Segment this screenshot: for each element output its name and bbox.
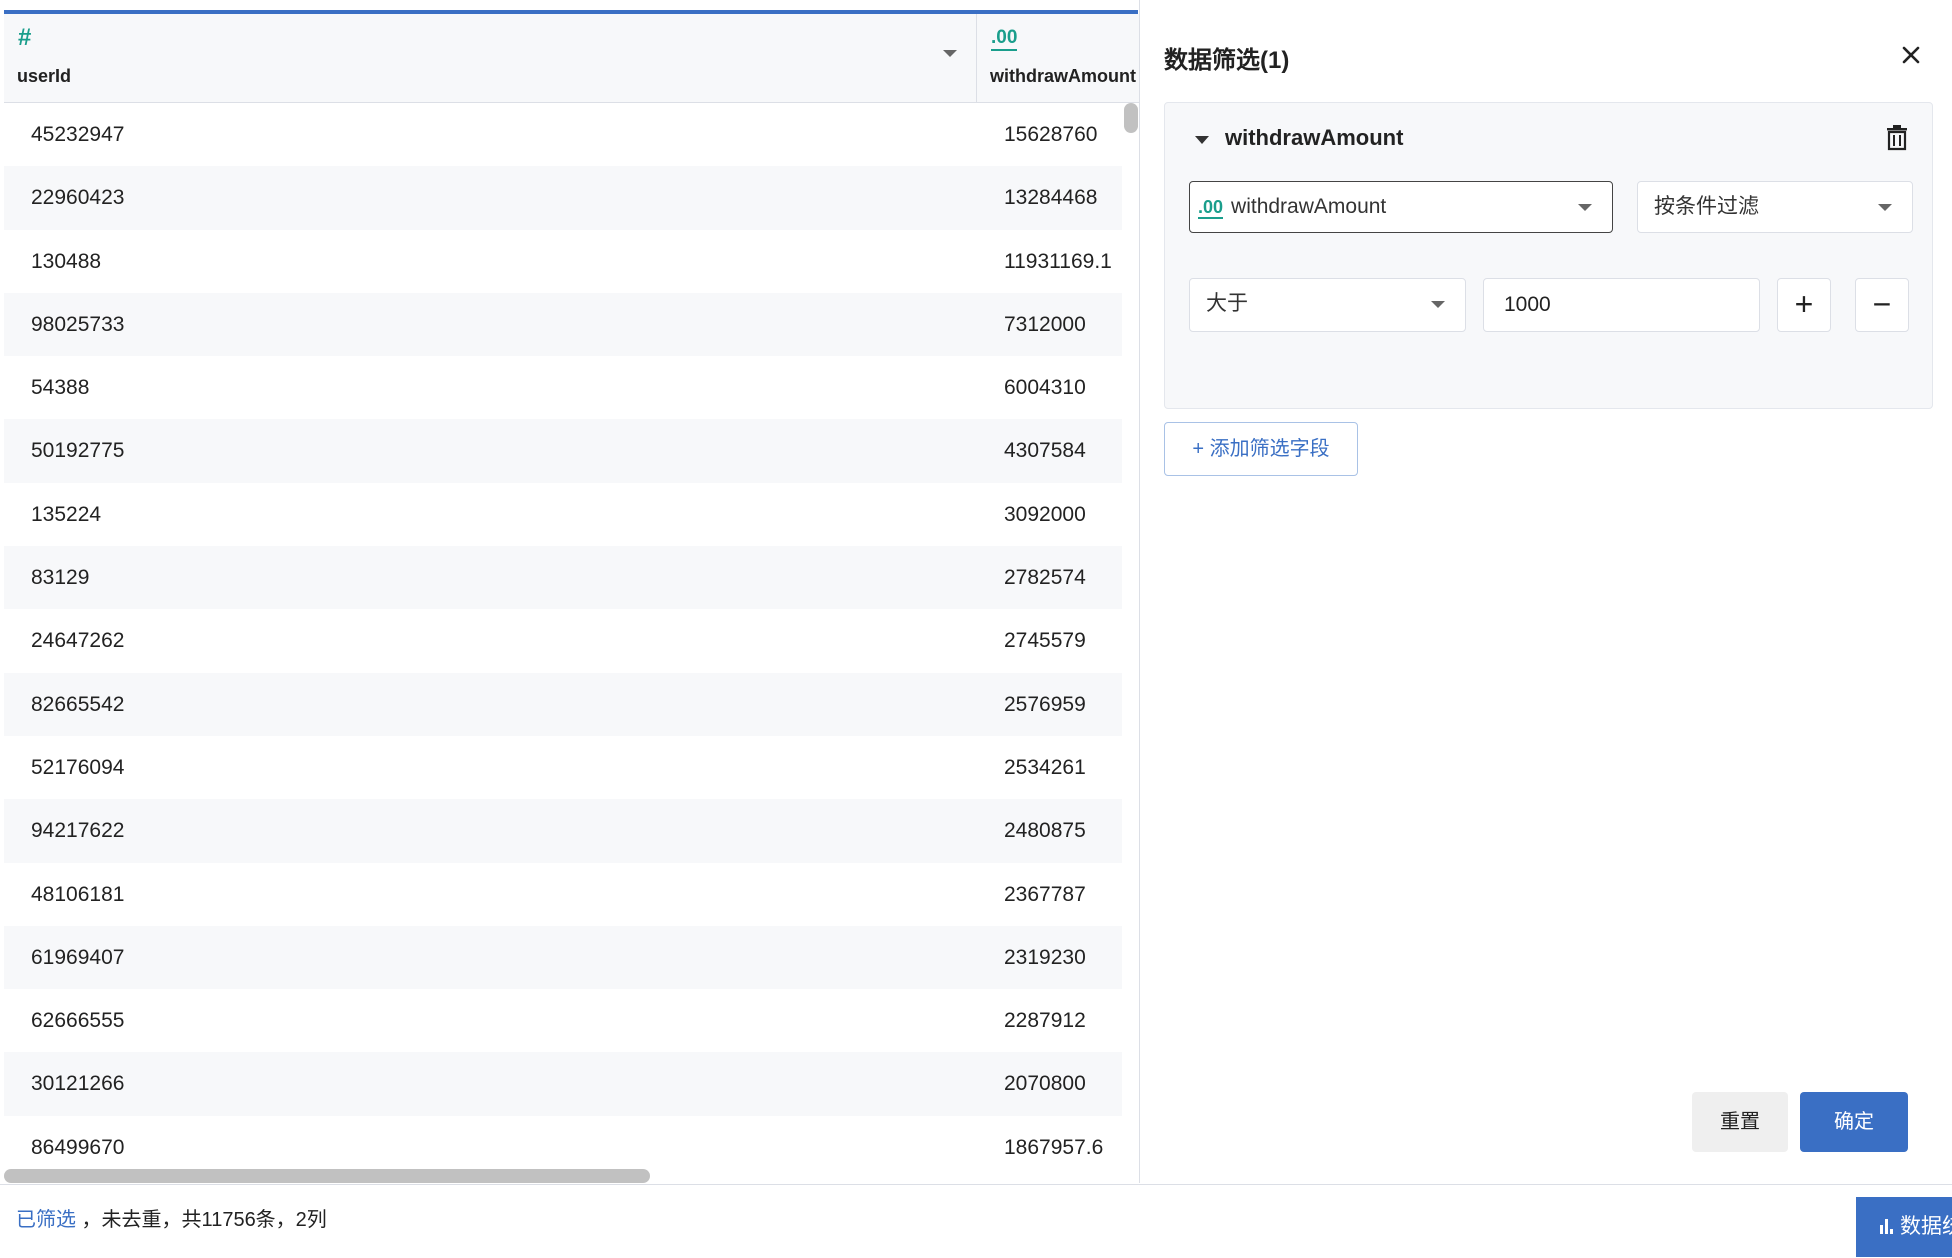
filtered-link[interactable]: 已筛选: [16, 1209, 76, 1231]
table-row[interactable]: 22960423 13284468: [4, 166, 1122, 230]
cell-withdrawamount: 2745579: [1004, 629, 1086, 653]
cell-withdrawamount: 2782574: [1004, 566, 1086, 590]
cell-userid: 98025733: [31, 312, 125, 336]
table-row[interactable]: 130488 11931169.1: [4, 230, 1122, 293]
cell-withdrawamount: 4307584: [1004, 439, 1086, 463]
cell-withdrawamount: 2534261: [1004, 755, 1086, 779]
column-header-withdrawamount[interactable]: .00 withdrawAmount: [977, 14, 1139, 102]
status-summary: ，未去重，共11756条，2列: [76, 1209, 327, 1231]
table-row[interactable]: 50192775 4307584: [4, 419, 1122, 483]
cell-withdrawamount: 2367787: [1004, 882, 1086, 906]
confirm-button[interactable]: 确定: [1800, 1092, 1908, 1152]
filter-panel-title: 数据筛选(1): [1164, 47, 1290, 74]
decimal-type-icon: .00: [991, 28, 1018, 51]
add-condition-button[interactable]: +: [1777, 278, 1831, 332]
column-header-userid[interactable]: # userId: [4, 14, 977, 102]
cell-withdrawamount: 13284468: [1004, 186, 1098, 210]
table-row[interactable]: 86499670 1867957.6: [4, 1116, 1122, 1169]
cell-withdrawamount: 15628760: [1004, 123, 1098, 146]
cell-withdrawamount: 2480875: [1004, 819, 1086, 843]
cell-withdrawamount: 2070800: [1004, 1072, 1086, 1096]
table-row[interactable]: 24647262 2745579: [4, 609, 1122, 672]
add-filter-field-button[interactable]: + 添加筛选字段: [1164, 422, 1358, 476]
cell-userid: 30121266: [31, 1072, 125, 1096]
cell-withdrawamount: 2319230: [1004, 945, 1086, 969]
filter-value-input[interactable]: [1483, 278, 1760, 332]
cell-userid: 94217622: [31, 819, 125, 843]
status-bar: 已筛选 ，未去重，共11756条，2列 数据统: [0, 1184, 1952, 1258]
field-select[interactable]: .00 withdrawAmount: [1189, 181, 1613, 233]
cell-userid: 22960423: [31, 186, 125, 210]
cell-userid: 82665542: [31, 692, 125, 716]
collapse-caret-icon[interactable]: [1195, 136, 1209, 144]
cell-userid: 130488: [31, 249, 102, 273]
cell-userid: 54388: [31, 376, 90, 400]
cell-userid: 45232947: [31, 123, 125, 146]
filter-panel: 数据筛选(1) withdrawAmount .00 withdrawAmount: [1140, 10, 1952, 1183]
cell-withdrawamount: 6004310: [1004, 376, 1086, 400]
table-row[interactable]: 62666555 2287912: [4, 989, 1122, 1052]
reset-button[interactable]: 重置: [1692, 1092, 1788, 1152]
table-row[interactable]: 48106181 2367787: [4, 863, 1122, 926]
table-row[interactable]: 45232947 15628760: [4, 103, 1122, 166]
cell-userid: 48106181: [31, 882, 125, 906]
cell-withdrawamount: 3092000: [1004, 502, 1086, 526]
status-text: 已筛选 ，未去重，共11756条，2列: [16, 1185, 327, 1255]
chevron-down-icon: [1878, 204, 1892, 211]
cell-userid: 61969407: [31, 945, 125, 969]
horizontal-scrollbar[interactable]: [4, 1169, 650, 1183]
data-button-label: 数据统: [1900, 1215, 1952, 1238]
bar-chart-icon: [1880, 1218, 1896, 1234]
cell-withdrawamount: 2576959: [1004, 692, 1086, 716]
table-row[interactable]: 83129 2782574: [4, 546, 1122, 610]
vertical-scrollbar[interactable]: [1124, 103, 1138, 133]
cell-userid: 83129: [31, 566, 90, 590]
cell-userid: 50192775: [31, 439, 125, 463]
table-body: 45232947 15628760 22960423 13284468 130488 11…: [4, 103, 1122, 1169]
column-name: withdrawAmount: [990, 66, 1136, 86]
filter-field-name: withdrawAmount: [1225, 125, 1404, 150]
close-icon[interactable]: [1894, 38, 1928, 72]
operator-value: 大于: [1206, 292, 1248, 315]
table-header: # userId .00 withdrawAmount: [4, 14, 1139, 103]
filter-condition-card: withdrawAmount .00 withdrawAmount 按条件过滤 大…: [1164, 102, 1933, 409]
operator-select[interactable]: 大于: [1189, 278, 1466, 332]
table-row[interactable]: 30121266 2070800: [4, 1052, 1122, 1116]
table-row[interactable]: 82665542 2576959: [4, 672, 1122, 736]
cell-withdrawamount: 1867957.6: [1004, 1135, 1104, 1159]
trash-icon[interactable]: [1885, 125, 1909, 151]
column-menu-caret-icon[interactable]: [943, 50, 957, 57]
table-row[interactable]: 94217622 2480875: [4, 799, 1122, 863]
integer-type-icon: #: [18, 24, 32, 51]
cell-userid: 62666555: [31, 1009, 125, 1033]
cell-withdrawamount: 7312000: [1004, 312, 1086, 336]
cell-userid: 135224: [31, 502, 102, 526]
column-name: userId: [17, 66, 72, 86]
table-row[interactable]: 135224 3092000: [4, 483, 1122, 546]
filter-mode-value: 按条件过滤: [1654, 195, 1759, 218]
cell-userid: 24647262: [31, 629, 125, 653]
chevron-down-icon: [1431, 301, 1445, 308]
chevron-down-icon: [1578, 204, 1592, 211]
table-row[interactable]: 52176094 2534261: [4, 736, 1122, 799]
cell-withdrawamount: 11931169.1: [1004, 249, 1112, 273]
table-row[interactable]: 98025733 7312000: [4, 292, 1122, 357]
filter-mode-select[interactable]: 按条件过滤: [1637, 181, 1913, 233]
cell-userid: 52176094: [31, 755, 125, 779]
cell-withdrawamount: 2287912: [1004, 1009, 1086, 1033]
remove-condition-button[interactable]: −: [1855, 278, 1909, 332]
data-table: # userId .00 withdrawAmount 45232947 1562…: [0, 0, 1140, 1183]
field-select-value: withdrawAmount: [1231, 195, 1387, 218]
cell-userid: 86499670: [31, 1135, 125, 1159]
decimal-type-icon: .00: [1198, 197, 1224, 219]
table-row[interactable]: 54388 6004310: [4, 356, 1122, 419]
data-statistics-button[interactable]: 数据统: [1856, 1197, 1952, 1257]
table-row[interactable]: 61969407 2319230: [4, 925, 1122, 990]
